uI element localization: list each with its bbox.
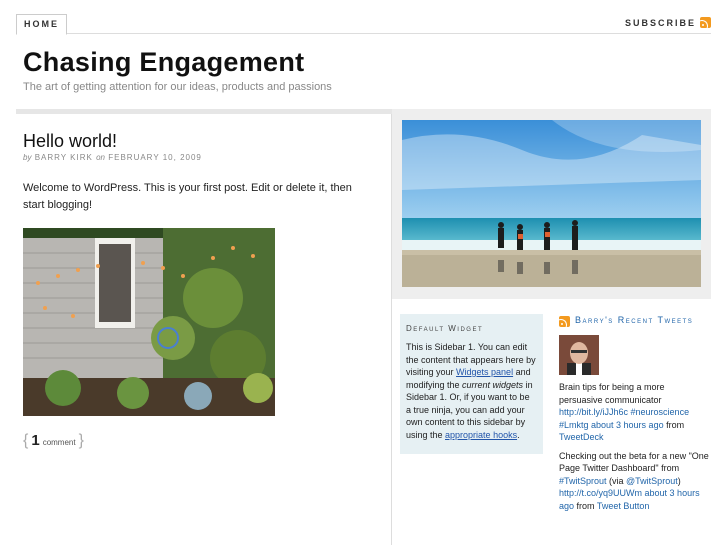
tweet-from: from [574, 500, 597, 511]
comment-open-brace: { [23, 432, 29, 449]
sidebar: Default Widget This is Sidebar 1. You ca… [392, 109, 711, 545]
meta-on: on [96, 153, 105, 162]
widget-text: This is Sidebar 1. You can edit the cont… [406, 341, 537, 441]
tweet-text-mid2: ) [677, 475, 681, 486]
rss-icon [700, 17, 711, 28]
tweet-link[interactable]: http://bit.ly/iJJh6c [559, 407, 628, 417]
tweet-hashtag-link[interactable]: #TwitSprout [559, 476, 607, 486]
comment-label: comment [42, 438, 76, 447]
tweets-title[interactable]: Barry's Recent Tweets [575, 314, 693, 327]
widget-emphasis: current widgets [462, 379, 524, 390]
site-title[interactable]: Chasing Engagement [23, 47, 304, 78]
widget-title: Default Widget [406, 324, 484, 333]
tweet-url-link[interactable]: http://t.co/yq9UUWm [559, 488, 642, 498]
tweet-mention-link[interactable]: @TwitSprout [626, 476, 678, 486]
garden-shed-photo [23, 228, 275, 416]
main-content: Hello world! by BARRY KIRK on FEBRUARY 1… [16, 114, 391, 545]
default-widget: Default Widget This is Sidebar 1. You ca… [400, 314, 543, 454]
tweet-source[interactable]: TweetDeck [559, 432, 604, 442]
post-meta: by BARRY KIRK on FEBRUARY 10, 2009 [23, 153, 202, 162]
tweet-item: Brain tips for being a more persuasive c… [559, 381, 709, 444]
meta-date: FEBRUARY 10, 2009 [108, 153, 202, 162]
beach-runners-photo [402, 120, 701, 287]
comment-number: 1 [31, 432, 40, 449]
widget-text-4: . [517, 429, 520, 440]
subscribe-label: SUBSCRIBE [624, 17, 696, 28]
top-navigation: HOME SUBSCRIBE [16, 14, 711, 35]
tweet-text: Brain tips for being a more persuasive c… [559, 382, 665, 405]
site-description: The art of getting attention for our ide… [23, 81, 332, 93]
comment-count[interactable]: { 1 comment } [23, 432, 84, 450]
tweet-text-mid: (via [606, 475, 627, 486]
home-tab[interactable]: HOME [16, 14, 67, 35]
widgets-panel-link[interactable]: Widgets panel [456, 367, 513, 377]
tweet-from: from [663, 419, 685, 430]
tweet-time[interactable]: about 3 hours ago [589, 420, 664, 430]
post-title[interactable]: Hello world! [23, 131, 117, 152]
sidebar-header [392, 109, 711, 299]
meta-author[interactable]: BARRY KIRK [35, 153, 93, 162]
tweet-source[interactable]: Tweet Button [597, 501, 650, 511]
post-body: Welcome to WordPress. This is your first… [23, 182, 352, 211]
meta-by: by [23, 153, 32, 162]
appropriate-hooks-link[interactable]: appropriate hooks [445, 430, 517, 440]
tweets-header: Barry's Recent Tweets [559, 314, 709, 327]
recent-tweets: Barry's Recent Tweets Brain tips for bei… [559, 314, 709, 512]
comment-close-brace: } [78, 432, 84, 449]
tweet-item: Checking out the beta for a new "One Pag… [559, 450, 709, 513]
rss-icon[interactable] [559, 316, 570, 327]
tweet-text: Checking out the beta for a new "One Pag… [559, 450, 709, 474]
subscribe-link[interactable]: SUBSCRIBE [625, 17, 711, 28]
avatar [559, 335, 599, 375]
